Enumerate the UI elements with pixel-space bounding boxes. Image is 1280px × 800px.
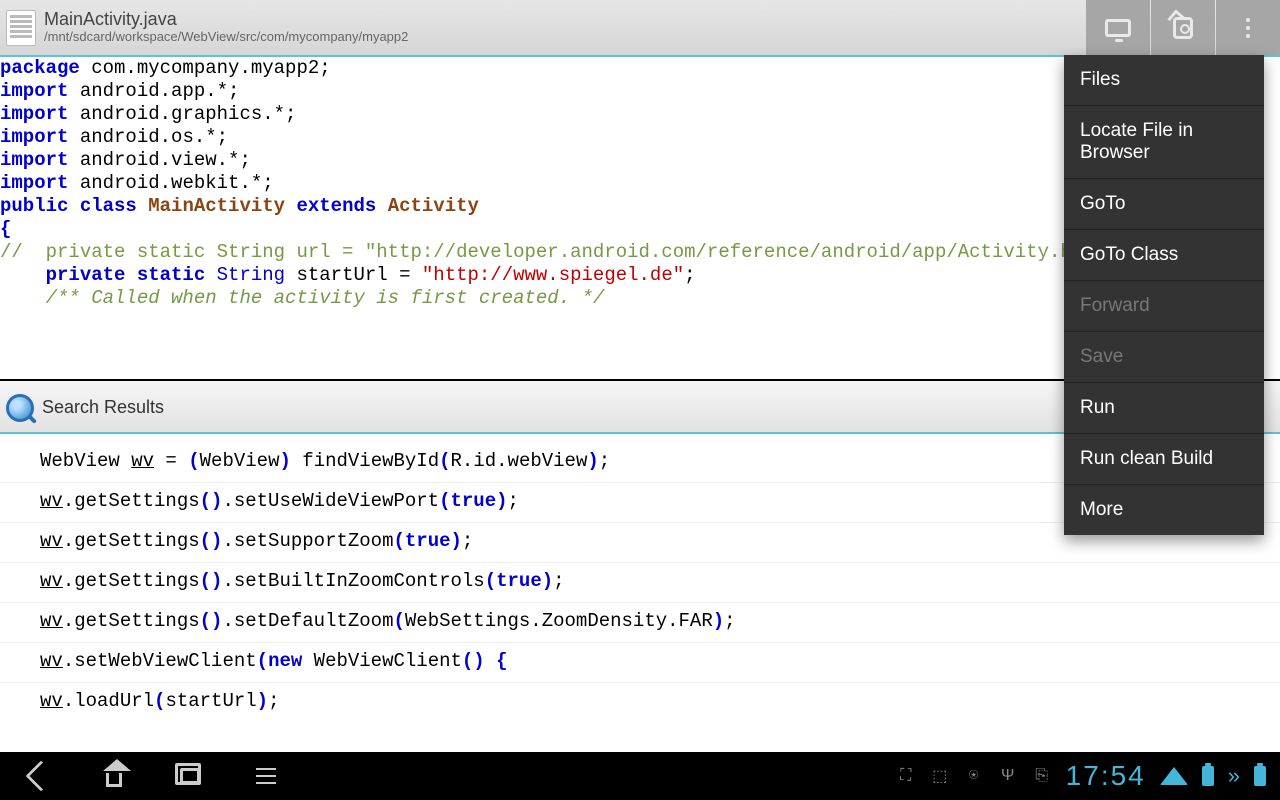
search-result-row[interactable]: wv.getSettings().setBuiltInZoomControls(… bbox=[0, 562, 1280, 602]
back-button[interactable] bbox=[24, 762, 52, 790]
android-icon: ⍟ bbox=[964, 766, 984, 786]
android-system-bar: ⛶ ⬚ ⍟ Ψ ⎘ 17:54 » bbox=[0, 752, 1280, 800]
back-icon bbox=[25, 760, 56, 791]
download-icon: ⬚ bbox=[930, 766, 950, 786]
overflow-button[interactable] bbox=[1216, 0, 1280, 55]
menu-item-files[interactable]: Files bbox=[1064, 55, 1264, 106]
menu-item-run[interactable]: Run bbox=[1064, 383, 1264, 434]
battery-icon-2 bbox=[1254, 766, 1266, 786]
battery-icon bbox=[1202, 766, 1214, 786]
camera-icon bbox=[1173, 17, 1193, 39]
menu-item-save: Save bbox=[1064, 332, 1264, 383]
recent-apps-button[interactable] bbox=[176, 762, 204, 790]
search-result-row[interactable]: wv.getSettings().setDefaultZoom(WebSetti… bbox=[0, 602, 1280, 642]
file-path: /mnt/sdcard/workspace/WebView/src/com/my… bbox=[44, 30, 408, 44]
status-clock: 17:54 bbox=[1066, 760, 1146, 792]
menu-item-locate-file-in-browser[interactable]: Locate File in Browser bbox=[1064, 106, 1264, 179]
desktop-mode-button[interactable] bbox=[1086, 0, 1150, 55]
menu-item-run-clean-build[interactable]: Run clean Build bbox=[1064, 434, 1264, 485]
search-result-row[interactable]: wv.setWebViewClient(new WebViewClient() … bbox=[0, 642, 1280, 682]
menu-item-goto[interactable]: GoTo bbox=[1064, 179, 1264, 230]
menu-item-forward: Forward bbox=[1064, 281, 1264, 332]
menu-button[interactable] bbox=[252, 762, 280, 790]
menu-item-goto-class[interactable]: GoTo Class bbox=[1064, 230, 1264, 281]
search-result-row[interactable]: wv.loadUrl(startUrl); bbox=[0, 682, 1280, 722]
search-results-label: Search Results bbox=[42, 397, 164, 418]
screenshot-button[interactable] bbox=[1151, 0, 1215, 55]
chevron-icon: » bbox=[1228, 763, 1240, 789]
home-icon bbox=[106, 773, 122, 787]
topbar-actions bbox=[1086, 0, 1280, 55]
expand-icon: ⛶ bbox=[896, 766, 916, 786]
sync-icon: ⎘ bbox=[1032, 766, 1052, 786]
search-icon bbox=[6, 394, 34, 422]
menu-icon bbox=[256, 775, 276, 777]
file-title: MainActivity.java bbox=[44, 10, 408, 30]
file-info: MainActivity.java /mnt/sdcard/workspace/… bbox=[44, 10, 408, 44]
usb-icon: Ψ bbox=[998, 766, 1018, 786]
recent-icon bbox=[180, 768, 200, 784]
app-topbar: MainActivity.java /mnt/sdcard/workspace/… bbox=[0, 0, 1280, 55]
home-button[interactable] bbox=[100, 762, 128, 790]
status-area[interactable]: ⛶ ⬚ ⍟ Ψ ⎘ 17:54 » bbox=[896, 760, 1272, 792]
nav-buttons bbox=[24, 762, 280, 790]
menu-item-more[interactable]: More bbox=[1064, 485, 1264, 535]
overflow-menu: FilesLocate File in BrowserGoToGoTo Clas… bbox=[1064, 55, 1264, 535]
monitor-icon bbox=[1105, 19, 1131, 37]
file-icon bbox=[6, 10, 36, 46]
wifi-icon bbox=[1160, 767, 1188, 785]
vertical-dots-icon bbox=[1246, 26, 1250, 30]
